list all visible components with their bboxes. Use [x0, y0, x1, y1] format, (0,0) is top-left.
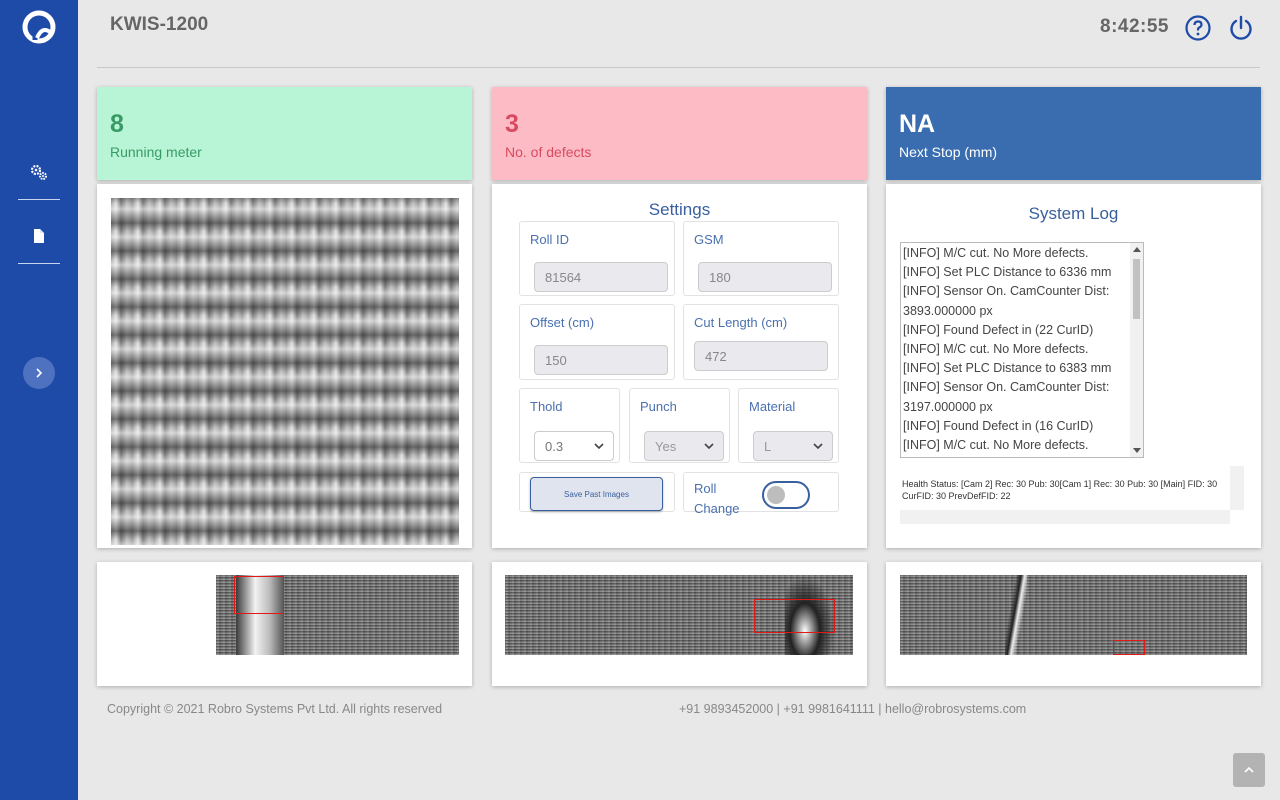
header-divider — [97, 67, 1260, 68]
sidebar-divider — [18, 199, 60, 200]
help-button[interactable] — [1185, 15, 1211, 41]
contact-info: +91 9893452000 | +91 9981641111 | hello@… — [679, 702, 1027, 716]
defect-marker — [1113, 640, 1145, 655]
material-value: L — [764, 439, 772, 454]
health-vertical-scrollbar[interactable] — [1230, 466, 1244, 510]
sidebar-item-reports[interactable] — [18, 216, 60, 256]
health-status-box[interactable]: Health Status: [Cam 2] Rec: 30 Pub: 30[C… — [900, 466, 1244, 524]
log-line: [INFO] Found Defect in (22 CurID) — [903, 322, 1094, 337]
roll-id-input[interactable]: 81564 — [534, 262, 668, 292]
defect-region — [1005, 575, 1027, 655]
log-scrollbar[interactable] — [1130, 243, 1143, 457]
power-button[interactable] — [1228, 15, 1254, 41]
material-select[interactable]: L — [753, 431, 833, 461]
cut-length-label: Cut Length (cm) — [694, 315, 788, 330]
settings-title: Settings — [648, 200, 711, 219]
chevron-down-icon — [813, 443, 823, 450]
settings-card: Settings Roll ID 81564 GSM 180 Offset (c… — [492, 184, 867, 548]
log-line: [INFO] M/C cut. No More defects. — [903, 438, 1089, 453]
chevron-down-icon — [704, 443, 714, 450]
punch-value: Yes — [655, 439, 677, 454]
roll-id-label: Roll ID — [530, 232, 570, 247]
help-circle-icon — [1185, 15, 1211, 41]
gsm-field: GSM 180 — [683, 221, 839, 296]
log-line: [INFO] Set PLC Distance to 6336 mm — [903, 265, 1112, 280]
cut-length-field: Cut Length (cm) 472 — [683, 304, 839, 380]
save-past-images-button[interactable]: Save Past Images — [530, 477, 663, 511]
scroll-to-top-button[interactable] — [1233, 753, 1265, 787]
log-line: [INFO] Found Defect in (16 CurID) — [903, 418, 1094, 433]
save-images-field: Save Past Images — [519, 472, 675, 512]
next-stop-card: NA Next Stop (mm) — [886, 87, 1261, 180]
power-icon — [1230, 15, 1252, 40]
page-title: KWIS-1200 — [110, 14, 209, 35]
log-line: [INFO] Set PLC Distance to 6383 mm — [903, 361, 1112, 376]
chevron-down-icon — [594, 443, 604, 450]
thold-field: Thold 0.3 — [519, 388, 620, 463]
defect-thumbnail-card — [97, 562, 472, 686]
log-line: [INFO] Sensor On. CamCounter Dist: 3893.… — [903, 284, 1110, 318]
thold-value: 0.3 — [545, 439, 564, 454]
log-line: [INFO] Sensor On. CamCounter Dist: 3197.… — [903, 380, 1110, 414]
running-meter-card: 8 Running meter — [97, 87, 472, 180]
next-stop-value: NA — [899, 110, 936, 138]
defect-thumbnail-image[interactable] — [505, 575, 853, 655]
sidebar-expand-button[interactable] — [23, 357, 55, 389]
system-log-lines: [INFO] M/C cut. No More defects. [INFO] … — [903, 244, 1129, 455]
sidebar-divider — [18, 263, 60, 264]
running-meter-value: 8 — [110, 110, 124, 138]
thold-label: Thold — [530, 399, 563, 414]
log-line: [INFO] M/C cut. No More defects. — [903, 342, 1089, 357]
offset-label: Offset (cm) — [530, 315, 595, 330]
health-horizontal-scrollbar[interactable] — [900, 510, 1230, 524]
health-status-text: Health Status: [Cam 2] Rec: 30 Pub: 30[C… — [902, 479, 1218, 501]
defects-card: 3 No. of defects — [492, 87, 867, 180]
system-log-title: System Log — [1028, 204, 1119, 223]
chevron-right-icon — [36, 368, 43, 378]
scroll-down-arrow[interactable] — [1133, 448, 1141, 453]
thold-select[interactable]: 0.3 — [534, 431, 614, 461]
sidebar — [0, 0, 78, 800]
defect-thumbnail-card — [886, 562, 1261, 686]
roll-id-field: Roll ID 81564 — [519, 221, 675, 296]
defect-thumbnail-card — [492, 562, 867, 686]
punch-field: Punch Yes — [629, 388, 730, 463]
system-log-card: System Log [INFO] M/C cut. No More defec… — [886, 184, 1261, 548]
defects-value: 3 — [505, 110, 519, 138]
next-stop-label: Next Stop (mm) — [899, 144, 998, 160]
gsm-label: GSM — [694, 232, 724, 247]
defect-thumbnail-image[interactable] — [900, 575, 1247, 655]
sidebar-item-settings[interactable] — [18, 152, 60, 192]
copyright-text: Copyright © 2021 Robro Systems Pvt Ltd. … — [107, 702, 443, 716]
defect-thumbnail-image[interactable] — [216, 575, 459, 655]
live-fabric-image — [111, 198, 459, 545]
document-icon — [34, 229, 44, 243]
defect-marker — [754, 599, 835, 633]
live-camera-card — [97, 184, 472, 548]
offset-input[interactable]: 150 — [534, 345, 668, 375]
clock: 8:42:55 — [1100, 16, 1169, 37]
system-log-box[interactable]: [INFO] M/C cut. No More defects. [INFO] … — [900, 242, 1144, 458]
punch-select[interactable]: Yes — [644, 431, 724, 461]
defect-marker — [234, 576, 284, 614]
robro-logo-icon[interactable] — [22, 10, 56, 44]
defects-label: No. of defects — [505, 144, 592, 160]
gears-icon — [30, 164, 47, 180]
roll-change-label: Roll Change — [694, 481, 740, 516]
log-scrollbar-thumb[interactable] — [1133, 259, 1140, 319]
material-label: Material — [749, 399, 796, 414]
scroll-up-arrow[interactable] — [1133, 247, 1141, 252]
roll-change-toggle[interactable] — [762, 481, 810, 509]
roll-change-field: Roll Change — [683, 472, 839, 516]
material-field: Material L — [738, 388, 839, 463]
log-line: [INFO] M/C cut. No More defects. — [903, 246, 1089, 260]
toggle-knob — [767, 486, 785, 504]
punch-label: Punch — [640, 399, 677, 414]
running-meter-label: Running meter — [110, 144, 202, 160]
chevron-up-icon — [1244, 766, 1254, 773]
cut-length-input[interactable]: 472 — [694, 341, 828, 371]
gsm-input[interactable]: 180 — [698, 262, 832, 292]
offset-field: Offset (cm) 150 — [519, 304, 675, 380]
